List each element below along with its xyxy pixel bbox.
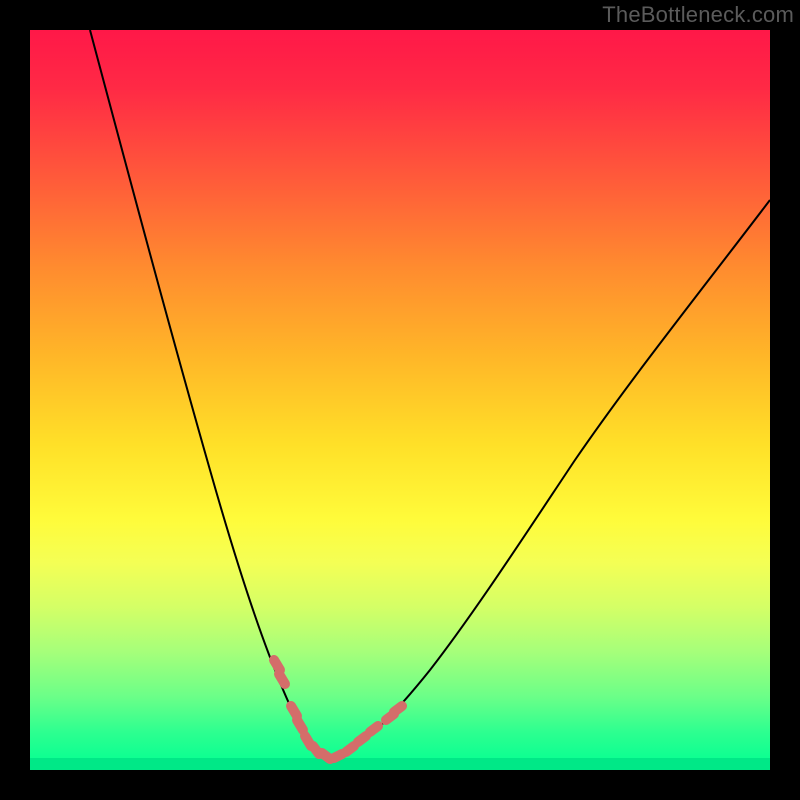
pink-tick <box>394 706 402 712</box>
curve-svg <box>30 30 770 770</box>
pink-ticks-group <box>274 660 402 759</box>
pink-tick <box>346 746 354 752</box>
pink-tick <box>279 674 285 684</box>
plot-area <box>30 30 770 770</box>
chart-frame: TheBottleneck.com <box>0 0 800 800</box>
watermark-text: TheBottleneck.com <box>602 2 794 28</box>
pink-tick <box>274 660 280 670</box>
pink-tick <box>334 754 342 758</box>
v-curve-path <box>90 30 770 758</box>
pink-tick <box>358 736 366 742</box>
pink-tick <box>370 726 378 732</box>
pink-tick <box>291 706 297 716</box>
pink-tick <box>297 720 303 730</box>
pink-tick <box>322 753 330 759</box>
